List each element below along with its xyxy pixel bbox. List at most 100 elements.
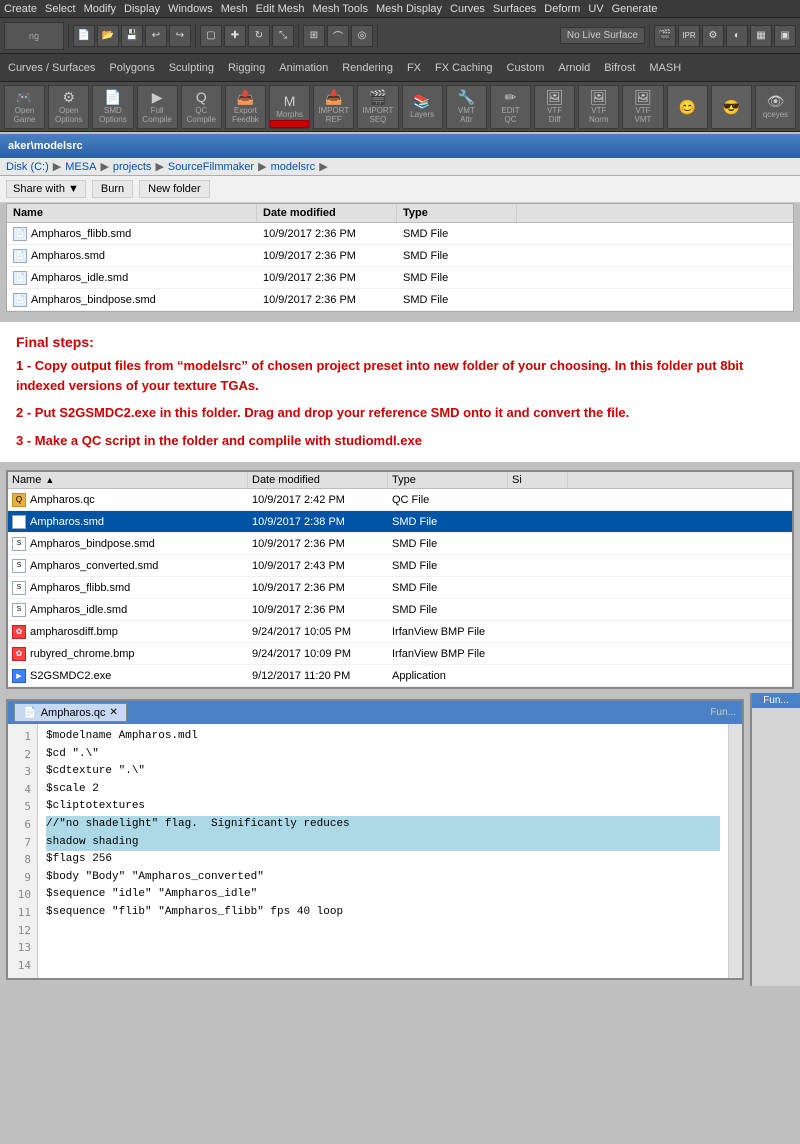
addr-disk[interactable]: Disk (C:) [6,161,49,173]
addr-modelsrc[interactable]: modelsrc [271,161,316,173]
code-scrollbar[interactable] [728,724,742,978]
menu-edit-mesh[interactable]: Edit Mesh [256,3,305,15]
file-row[interactable]: S Ampharos.smd 10/9/2017 2:38 PM SMD Fil… [8,511,792,533]
menu2-rigging[interactable]: Rigging [224,60,269,76]
menu-mesh-display[interactable]: Mesh Display [376,3,442,15]
col-header-name-2[interactable]: Name ▲ [8,472,248,488]
file-row[interactable]: S Ampharos_idle.smd 10/9/2017 2:36 PM SM… [8,599,792,621]
shelf-edit-qc[interactable]: ✏ EDITQC [490,85,531,129]
addr-sourcefilmmaker[interactable]: SourceFilmmaker [168,161,254,173]
menu-curves[interactable]: Curves [450,3,485,15]
new-file-icon[interactable]: 📄 [73,25,95,47]
menu2-arnold[interactable]: Arnold [554,60,594,76]
snap-grid-icon[interactable]: ⊞ [303,25,325,47]
shelf-full-compile[interactable]: ▶ FullCompile [137,85,178,129]
shelf-layers[interactable]: 📚 Layers [402,85,443,129]
file-row[interactable]: 📄 Ampharos_bindpose.smd 10/9/2017 2:36 P… [7,289,793,311]
menu-display[interactable]: Display [124,3,160,15]
snap-point-icon[interactable]: ◎ [351,25,373,47]
shelf-qceyes[interactable]: 👁 qceyes [755,85,796,129]
shelf-vmt-attr[interactable]: 🔧 VMTAttr [446,85,487,129]
menu-mesh-tools[interactable]: Mesh Tools [313,3,368,15]
shelf-morphs[interactable]: M Morphs [269,85,310,129]
col-header-size-2[interactable]: Si [508,472,568,488]
shelf-qc-compile[interactable]: Q QCCompile [181,85,222,129]
menu-generate[interactable]: Generate [612,3,658,15]
render-icon[interactable]: 🎬 [654,25,676,47]
file-name: Ampharos_converted.smd [30,560,158,572]
file-row[interactable]: ✿ rubyred_chrome.bmp 9/24/2017 10:09 PM … [8,643,792,665]
shelf-import-seq-label: IMPORTSEQ [362,106,393,124]
extra-icon2[interactable]: ▦ [750,25,772,47]
menu-modify[interactable]: Modify [84,3,116,15]
file-row[interactable]: 📄 Ampharos_flibb.smd 10/9/2017 2:36 PM S… [7,223,793,245]
shelf-vtf-vmt[interactable]: 🖼 VTFVMT [622,85,663,129]
rotate-tool-icon[interactable]: ↻ [248,25,270,47]
menu-create[interactable]: Create [4,3,37,15]
shelf-export-feedback[interactable]: 📤 ExportFeedbk [225,85,266,129]
shelf-open-options[interactable]: ⚙ OpenOptions [48,85,89,129]
ipr-icon[interactable]: IPR [678,25,700,47]
col-header-name-1[interactable]: Name [7,204,257,222]
shelf-extra1[interactable]: 😊 [667,85,708,129]
code-tab-close-button[interactable]: ✕ [110,707,118,718]
menu2-custom[interactable]: Custom [503,60,549,76]
vtf-vmt-icon: 🖼 [634,90,652,104]
menu-surfaces[interactable]: Surfaces [493,3,536,15]
scale-tool-icon[interactable]: ⤡ [272,25,294,47]
menu-windows[interactable]: Windows [168,3,213,15]
menu2-animation[interactable]: Animation [275,60,332,76]
shelf-extra2[interactable]: 😎 [711,85,752,129]
col-header-date-1[interactable]: Date modified [257,204,397,222]
menu-uv[interactable]: UV [588,3,603,15]
undo-icon[interactable]: ↩ [145,25,167,47]
addr-mesa[interactable]: MESA [65,161,96,173]
select-tool-icon[interactable]: ▢ [200,25,222,47]
addr-projects[interactable]: projects [113,161,152,173]
file-list-header-1: Name Date modified Type [7,204,793,223]
col-header-type-2[interactable]: Type [388,472,508,488]
menu-deform[interactable]: Deform [544,3,580,15]
file-row[interactable]: S Ampharos_converted.smd 10/9/2017 2:43 … [8,555,792,577]
menu2-fx-caching[interactable]: FX Caching [431,60,496,76]
burn-button[interactable]: Burn [92,180,133,198]
file-type: SMD File [388,604,508,616]
menu2-mash[interactable]: MASH [645,60,685,76]
shelf-open-game[interactable]: 🎮 OpenGame [4,85,45,129]
file-row[interactable]: 📄 Ampharos_idle.smd 10/9/2017 2:36 PM SM… [7,267,793,289]
file-row[interactable]: S Ampharos_flibb.smd 10/9/2017 2:36 PM S… [8,577,792,599]
code-content[interactable]: $modelname Ampharos.mdl$cd ".\"$cdtextur… [38,724,728,978]
menu-mesh[interactable]: Mesh [221,3,248,15]
new-folder-button[interactable]: New folder [139,180,210,198]
display-settings-icon[interactable]: ⚙ [702,25,724,47]
menu-select[interactable]: Select [45,3,76,15]
redo-icon[interactable]: ↪ [169,25,191,47]
extra-icon1[interactable]: ◐ [726,25,748,47]
toolbar-name-field[interactable]: ng [4,22,64,50]
file-row[interactable]: ✿ ampharosdiff.bmp 9/24/2017 10:05 PM Ir… [8,621,792,643]
open-file-icon[interactable]: 📂 [97,25,119,47]
move-tool-icon[interactable]: ✚ [224,25,246,47]
col-header-date-2[interactable]: Date modified [248,472,388,488]
menu2-sculpting[interactable]: Sculpting [165,60,218,76]
file-row[interactable]: 📄 Ampharos.smd 10/9/2017 2:36 PM SMD Fil… [7,245,793,267]
code-tab-ampharos-qc[interactable]: 📄 Ampharos.qc ✕ [14,703,127,722]
file-row[interactable]: Q Ampharos.qc 10/9/2017 2:42 PM QC File [8,489,792,511]
menu2-bifrost[interactable]: Bifrost [600,60,639,76]
shelf-vtf-normal[interactable]: 🖼 VTFNorm [578,85,619,129]
file-row[interactable]: ▶ S2GSMDC2.exe 9/12/2017 11:20 PM Applic… [8,665,792,687]
shelf-smd-options[interactable]: 📄 SMDOptions [92,85,133,129]
snap-curve-icon[interactable]: ⌒ [327,25,349,47]
col-header-type-1[interactable]: Type [397,204,517,222]
menu2-rendering[interactable]: Rendering [338,60,397,76]
extra-icon3[interactable]: ▣ [774,25,796,47]
share-with-button[interactable]: Share with ▼ [6,180,86,198]
menu2-curves-surfaces[interactable]: Curves / Surfaces [4,60,99,76]
shelf-import-ref[interactable]: 📥 IMPORTREF [313,85,354,129]
shelf-vtf-diffuse[interactable]: 🖼 VTFDiff [534,85,575,129]
menu2-fx[interactable]: FX [403,60,425,76]
shelf-import-seq[interactable]: 🎬 IMPORTSEQ [357,85,398,129]
file-row[interactable]: S Ampharos_bindpose.smd 10/9/2017 2:36 P… [8,533,792,555]
save-file-icon[interactable]: 💾 [121,25,143,47]
menu2-polygons[interactable]: Polygons [105,60,158,76]
